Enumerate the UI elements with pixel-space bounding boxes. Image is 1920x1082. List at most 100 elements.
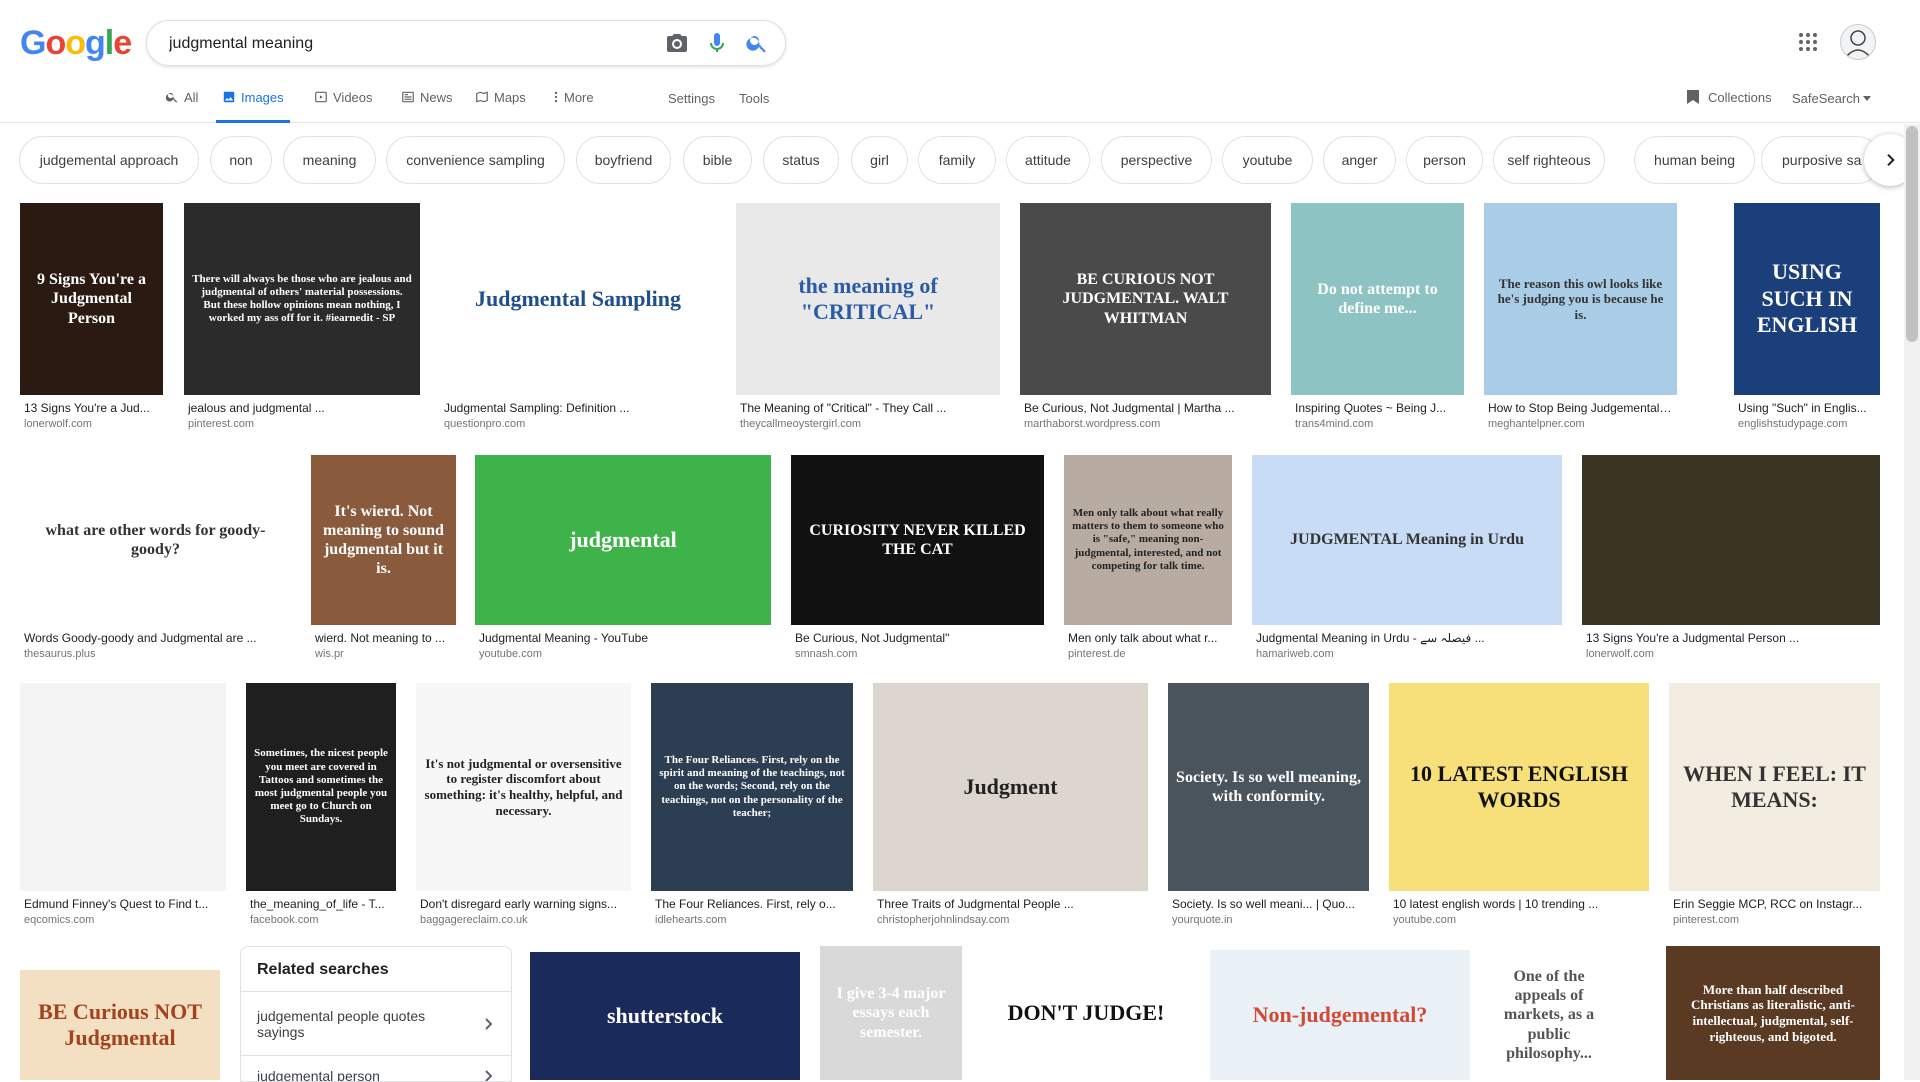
chip[interactable]: youtube: [1222, 136, 1313, 184]
tools-link[interactable]: Tools: [739, 91, 769, 106]
result-title[interactable]: The Four Reliances. First, rely o...: [655, 897, 849, 911]
result-source[interactable]: lonerwolf.com: [1586, 648, 1876, 660]
result-title[interactable]: Inspiring Quotes ~ Being J...: [1295, 401, 1460, 415]
scrollbar-thumb[interactable]: [1906, 126, 1918, 342]
result-source[interactable]: smnash.com: [795, 648, 1040, 660]
image-result[interactable]: shutterstock: [530, 952, 800, 1080]
chip[interactable]: family: [918, 136, 996, 184]
chip[interactable]: bible: [683, 136, 752, 184]
account-avatar[interactable]: [1840, 24, 1876, 60]
image-result[interactable]: 10 LATEST ENGLISH WORDS 10 latest english…: [1389, 683, 1649, 927]
result-thumbnail[interactable]: Judgment: [873, 683, 1148, 891]
result-source[interactable]: pinterest.com: [1673, 914, 1876, 926]
result-thumbnail[interactable]: what are other words for goody-goody?: [20, 455, 291, 625]
chip[interactable]: status: [763, 136, 839, 184]
result-thumbnail[interactable]: Society. Is so well meaning, with confor…: [1168, 683, 1369, 891]
result-source[interactable]: lonerwolf.com: [24, 418, 159, 430]
related-search-item[interactable]: judgemental people quotes sayings: [241, 991, 511, 1056]
chip[interactable]: convenience sampling: [386, 136, 565, 184]
image-result[interactable]: More than half described Christians as l…: [1666, 946, 1880, 1080]
result-title[interactable]: Judgmental Meaning - YouTube: [479, 631, 767, 645]
image-result[interactable]: WHEN I FEEL: IT MEANS: Erin Seggie MCP, R…: [1669, 683, 1880, 927]
chip[interactable]: self righteous: [1493, 136, 1605, 184]
image-result[interactable]: judgmental Judgmental Meaning - YouTube yo…: [475, 455, 771, 661]
result-thumbnail[interactable]: the meaning of "CRITICAL": [736, 203, 1000, 395]
result-title[interactable]: How to Stop Being Judgemental and ...: [1488, 401, 1673, 415]
image-result[interactable]: 9 Signs You're a Judgmental Person 13 Sig…: [20, 203, 163, 431]
tab-more[interactable]: More: [553, 90, 594, 122]
result-thumbnail[interactable]: Non-judgemental?: [1210, 950, 1470, 1080]
search-box[interactable]: [146, 20, 786, 67]
result-title[interactable]: The Meaning of "Critical" - They Call ..…: [740, 401, 996, 415]
result-thumbnail[interactable]: The reason this owl looks like he's judg…: [1484, 203, 1677, 395]
image-result[interactable]: Do not attempt to define me... Inspiring …: [1291, 203, 1464, 431]
result-thumbnail[interactable]: It's wierd. Not meaning to sound judgmen…: [311, 455, 456, 625]
result-source[interactable]: wis.pr: [315, 648, 452, 660]
tab-news[interactable]: News: [401, 90, 453, 122]
result-title[interactable]: Three Traits of Judgmental People ...: [877, 897, 1144, 911]
chip[interactable]: anger: [1323, 136, 1396, 184]
result-source[interactable]: thesaurus.plus: [24, 648, 287, 660]
related-search-item[interactable]: judgemental person: [241, 1055, 511, 1081]
result-thumbnail[interactable]: More than half described Christians as l…: [1666, 946, 1880, 1080]
chip[interactable]: meaning: [283, 136, 376, 184]
image-result[interactable]: There will always be those who are jealo…: [184, 203, 420, 431]
result-source[interactable]: idlehearts.com: [655, 914, 849, 926]
image-result[interactable]: Edmund Finney's Quest to Find t... eqcomi…: [20, 683, 226, 927]
tab-maps[interactable]: Maps: [475, 90, 526, 122]
result-thumbnail[interactable]: One of the appeals of markets, as a publ…: [1490, 950, 1608, 1080]
image-result[interactable]: Sometimes, the nicest people you meet ar…: [246, 683, 396, 927]
image-result[interactable]: It's not judgmental or oversensitive to …: [416, 683, 631, 927]
chip[interactable]: girl: [851, 136, 908, 184]
collections-button[interactable]: Collections: [1686, 89, 1772, 105]
tab-images[interactable]: Images: [216, 90, 290, 123]
tab-videos[interactable]: Videos: [314, 90, 373, 122]
result-title[interactable]: wierd. Not meaning to ...: [315, 631, 452, 645]
result-source[interactable]: eqcomics.com: [24, 914, 222, 926]
safesearch-dropdown[interactable]: SafeSearch: [1792, 91, 1871, 106]
image-result[interactable]: Judgmental Sampling Judgmental Sampling: …: [440, 203, 716, 431]
chip[interactable]: person: [1406, 136, 1483, 184]
result-source[interactable]: christopherjohnlindsay.com: [877, 914, 1144, 926]
result-title[interactable]: 13 Signs You're a Jud...: [24, 401, 159, 415]
result-source[interactable]: trans4mind.com: [1295, 418, 1460, 430]
result-thumbnail[interactable]: JUDGMENTAL Meaning in Urdu: [1252, 455, 1562, 625]
result-title[interactable]: Men only talk about what r...: [1068, 631, 1228, 645]
search-input[interactable]: [167, 21, 641, 67]
microphone-icon[interactable]: [705, 31, 729, 55]
result-source[interactable]: meghantelpner.com: [1488, 418, 1673, 430]
result-title[interactable]: the_meaning_of_life - T...: [250, 897, 392, 911]
result-title[interactable]: Be Curious, Not Judgmental | Martha ...: [1024, 401, 1267, 415]
settings-link[interactable]: Settings: [668, 91, 715, 106]
chip[interactable]: human being: [1634, 136, 1755, 184]
result-thumbnail[interactable]: USING SUCH IN ENGLISH: [1734, 203, 1880, 395]
chip[interactable]: perspective: [1101, 136, 1212, 184]
result-thumbnail[interactable]: I give 3-4 major essays each semester.: [820, 946, 962, 1080]
result-title[interactable]: jealous and judgmental ...: [188, 401, 416, 415]
result-thumbnail[interactable]: BE Curious NOT Judgmental: [20, 970, 220, 1080]
result-thumbnail[interactable]: Judgmental Sampling: [440, 203, 716, 395]
tab-all[interactable]: All: [165, 90, 198, 122]
result-thumbnail[interactable]: [1582, 455, 1880, 625]
image-result[interactable]: JUDGMENTAL Meaning in Urdu Judgmental Mea…: [1252, 455, 1562, 661]
image-result[interactable]: The reason this owl looks like he's judg…: [1484, 203, 1677, 431]
image-result[interactable]: DON'T JUDGE!: [982, 946, 1190, 1080]
result-thumbnail[interactable]: There will always be those who are jealo…: [184, 203, 420, 395]
result-thumbnail[interactable]: judgmental: [475, 455, 771, 625]
result-source[interactable]: youtube.com: [479, 648, 767, 660]
result-thumbnail[interactable]: DON'T JUDGE!: [982, 946, 1190, 1080]
result-source[interactable]: pinterest.com: [188, 418, 416, 430]
result-source[interactable]: questionpro.com: [444, 418, 712, 430]
result-title[interactable]: Be Curious, Not Judgmental": [795, 631, 1040, 645]
image-result[interactable]: BE CURIOUS NOT JUDGMENTAL. WALT WHITMAN B…: [1020, 203, 1271, 431]
image-result[interactable]: CURIOSITY NEVER KILLED THE CAT Be Curious…: [791, 455, 1044, 661]
image-result[interactable]: USING SUCH IN ENGLISH Using "Such" in Eng…: [1734, 203, 1880, 431]
result-source[interactable]: youtube.com: [1393, 914, 1645, 926]
result-thumbnail[interactable]: Do not attempt to define me...: [1291, 203, 1464, 395]
result-source[interactable]: theycallmeoystergirl.com: [740, 418, 996, 430]
chip[interactable]: attitude: [1006, 136, 1090, 184]
result-thumbnail[interactable]: Sometimes, the nicest people you meet ar…: [246, 683, 396, 891]
result-source[interactable]: pinterest.de: [1068, 648, 1228, 660]
result-thumbnail[interactable]: 9 Signs You're a Judgmental Person: [20, 203, 163, 395]
image-result[interactable]: It's wierd. Not meaning to sound judgmen…: [311, 455, 456, 661]
